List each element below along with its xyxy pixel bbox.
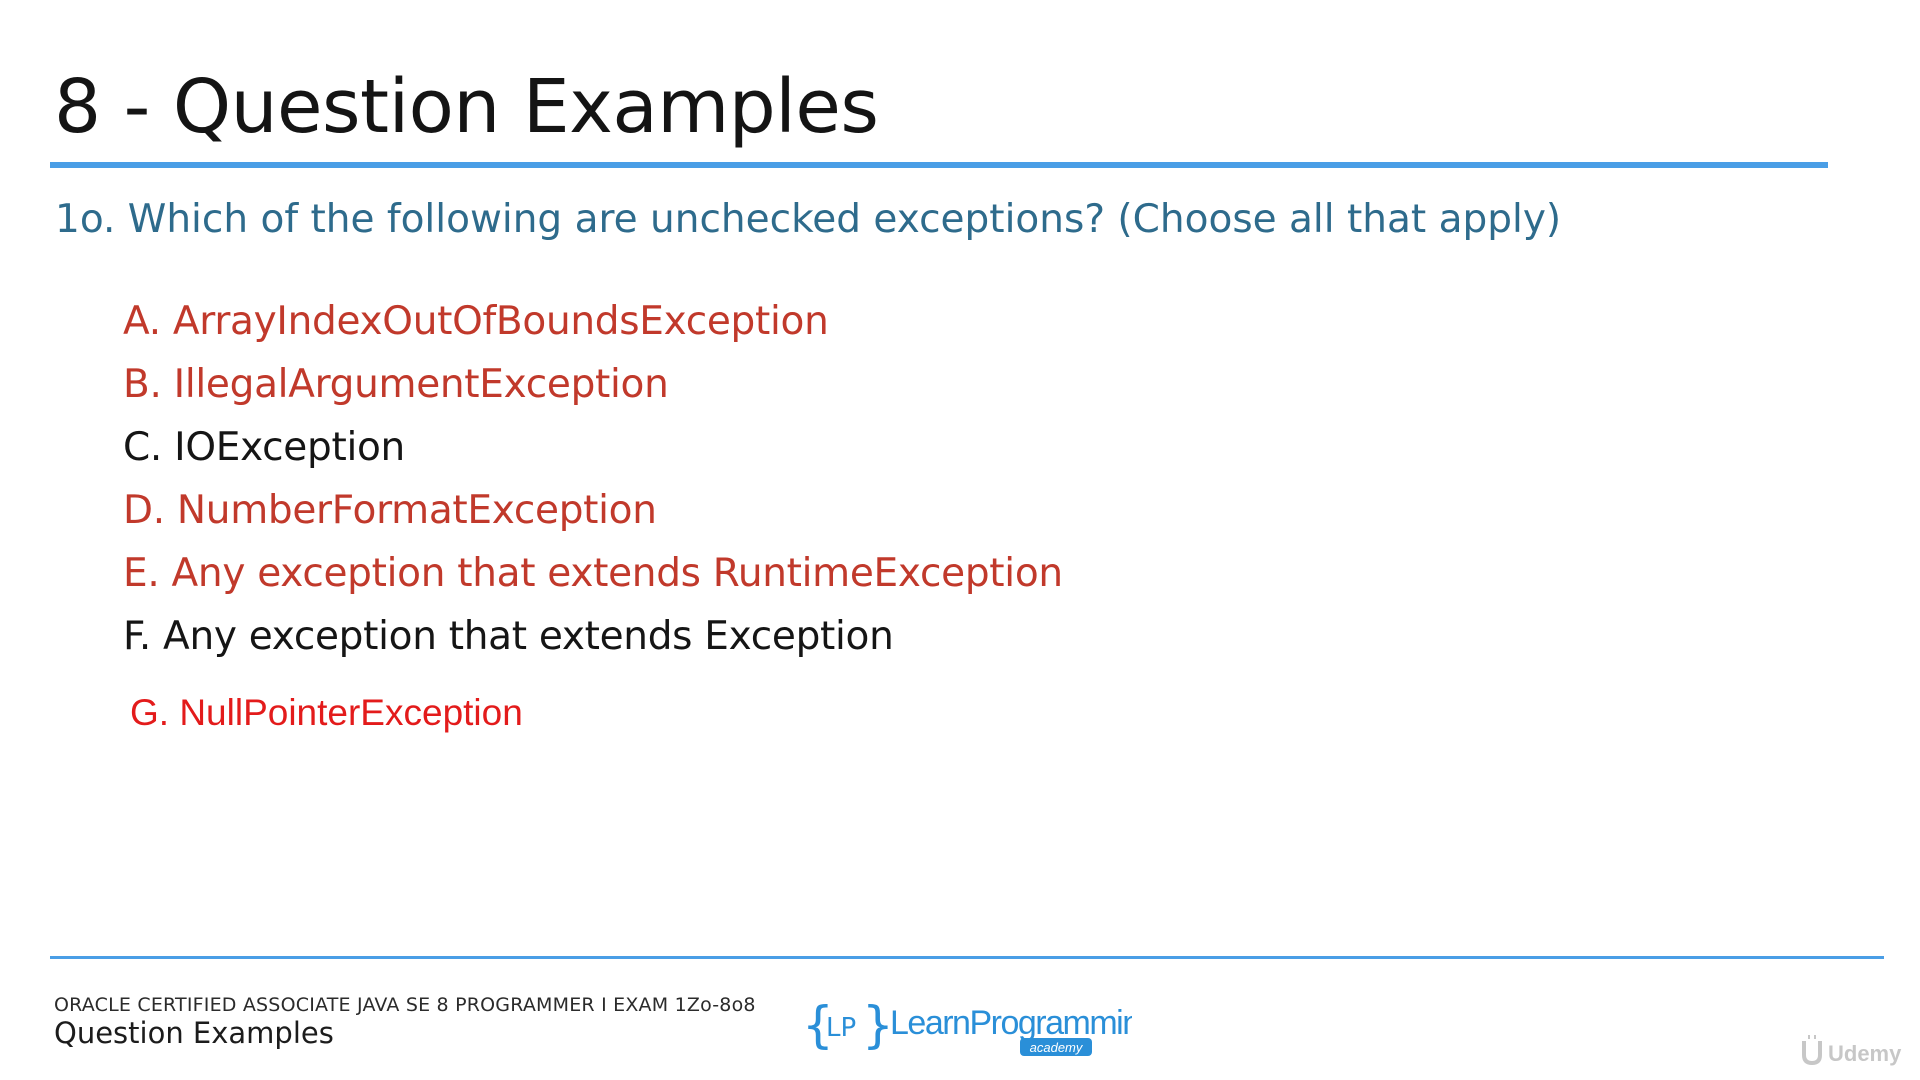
answer-option-d: D. NumberFormatException xyxy=(123,488,657,533)
udemy-watermark: Udemy xyxy=(1800,1033,1918,1069)
lp-braces-logo-icon: { LP } LearnProgramming academy xyxy=(802,996,1159,1056)
answer-option-g: G. NullPointerException xyxy=(130,692,523,733)
footer-divider xyxy=(50,956,1884,959)
answer-list: A. ArrayIndexOutOfBoundsException B. Ill… xyxy=(123,290,1063,668)
footer-course-title: ORACLE CERTIFIED ASSOCIATE JAVA SE 8 PRO… xyxy=(54,994,756,1016)
answer-option-b: B. IllegalArgumentException xyxy=(123,362,669,407)
answer-option-f: F. Any exception that extends Exception xyxy=(123,614,894,659)
logo-brand-text: LearnProgramming xyxy=(890,1004,1132,1042)
footer-section-title: Question Examples xyxy=(54,1016,334,1050)
svg-text:LP: LP xyxy=(826,1013,856,1043)
question-text: 1o. Which of the following are unchecked… xyxy=(55,197,1562,242)
title-divider xyxy=(50,162,1828,168)
answer-option-e: E. Any exception that extends RuntimeExc… xyxy=(123,551,1063,596)
watermark-text: Udemy xyxy=(1828,1041,1902,1066)
logo-tagline-text: academy xyxy=(1030,1040,1084,1055)
learnprogramming-logo: { LP } LearnProgramming academy xyxy=(802,992,1159,1058)
answer-option-a: A. ArrayIndexOutOfBoundsException xyxy=(123,299,829,344)
answer-option-c: C. IOException xyxy=(123,425,405,470)
udemy-logo-icon: Udemy xyxy=(1802,1035,1902,1066)
slide-title: 8 - Question Examples xyxy=(54,64,879,150)
